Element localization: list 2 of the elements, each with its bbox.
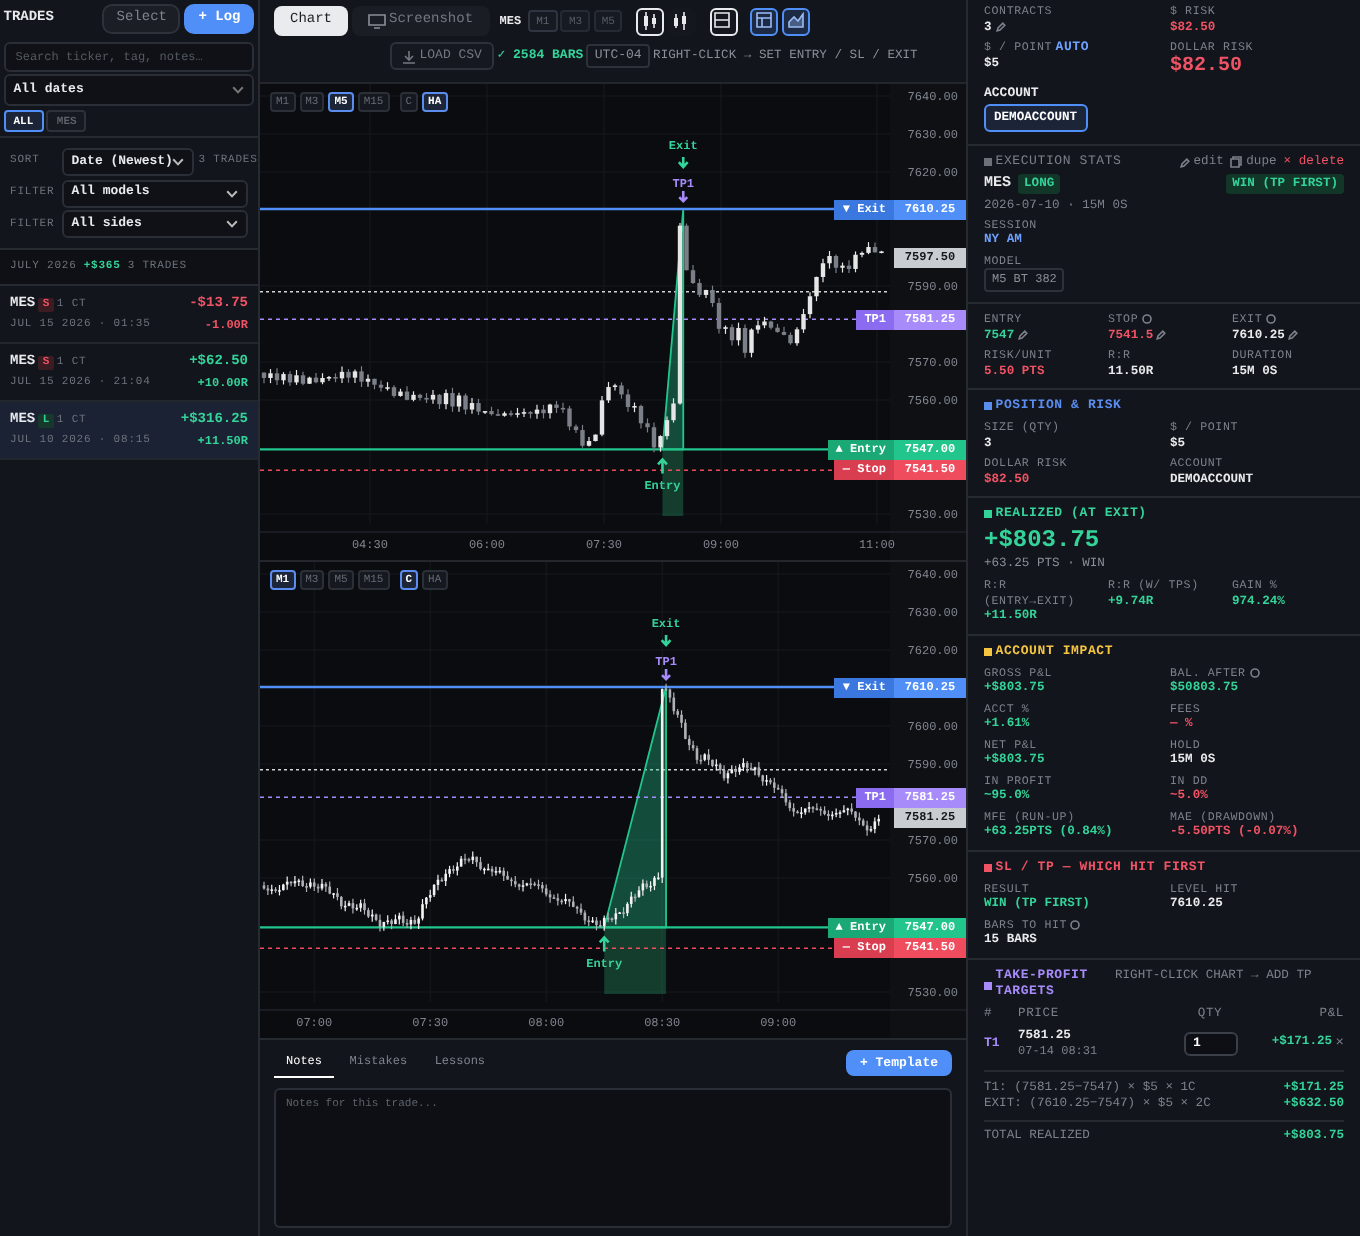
field-value: $82.50 xyxy=(1170,55,1243,79)
realized-amount: +$803.75 xyxy=(984,526,1102,557)
